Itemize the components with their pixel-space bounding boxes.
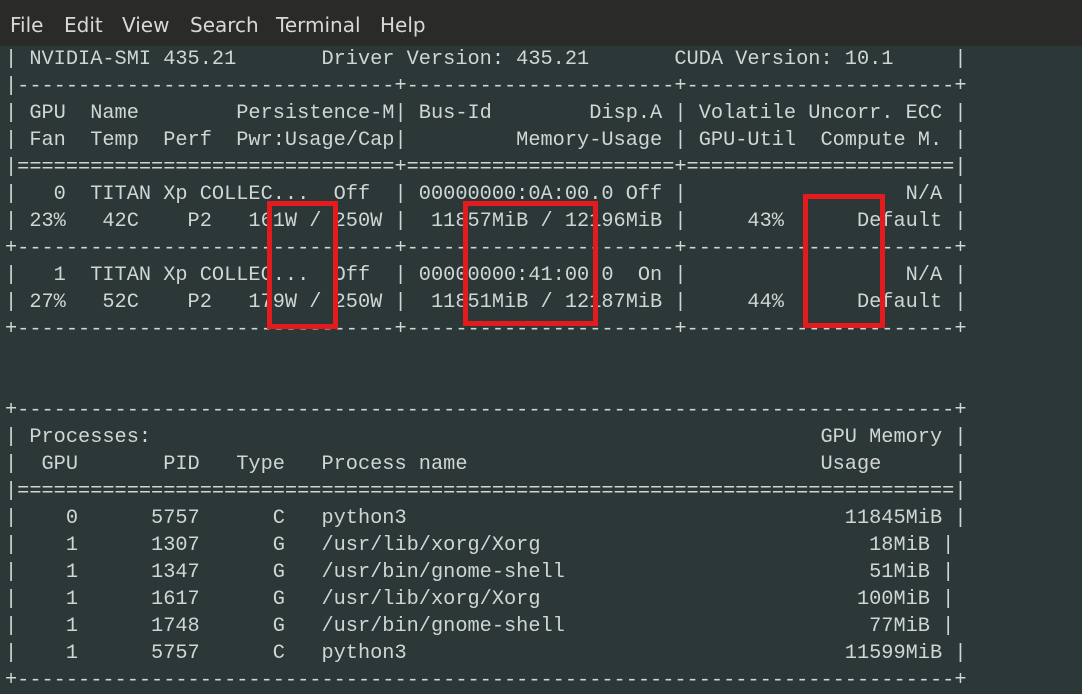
menu-edit[interactable]: Edit: [64, 12, 103, 38]
terminal-line: | NVIDIA-SMI 435.21 Driver Version: 435.…: [5, 48, 967, 71]
terminal-line: | 0 TITAN Xp COLLEC... Off | 00000000:0A…: [5, 183, 967, 206]
terminal-line: +-------------------------------+-------…: [5, 318, 967, 341]
terminal-line: | 1 1347 G /usr/bin/gnome-shell 51MiB |: [5, 561, 955, 584]
menu-view[interactable]: View: [122, 12, 169, 38]
terminal-line: | 1 TITAN Xp COLLEC... Off | 00000000:41…: [5, 264, 967, 287]
terminal-line: | GPU PID Type Process name Usage |: [5, 453, 967, 476]
menu-terminal[interactable]: Terminal: [276, 12, 361, 38]
terminal-line: |===============================+=======…: [5, 156, 967, 179]
nvidia-smi-output: | NVIDIA-SMI 435.21 Driver Version: 435.…: [5, 46, 967, 694]
menu-help[interactable]: Help: [380, 12, 426, 38]
terminal-line: | Processes: GPU Memory |: [5, 426, 967, 449]
terminal-line: | 1 1307 G /usr/lib/xorg/Xorg 18MiB |: [5, 534, 955, 557]
terminal-line: | GPU Name Persistence-M| Bus-Id Disp.A …: [5, 102, 967, 125]
menu-file[interactable]: File: [10, 12, 43, 38]
menu-bar: File Edit View Search Terminal Help: [0, 0, 1082, 46]
terminal-line: | 1 1617 G /usr/lib/xorg/Xorg 100MiB |: [5, 588, 955, 611]
terminal-line: |=======================================…: [5, 480, 967, 503]
terminal-line: | 1 1748 G /usr/bin/gnome-shell 77MiB |: [5, 615, 955, 638]
terminal-line: | Fan Temp Perf Pwr:Usage/Cap| Memory-Us…: [5, 129, 967, 152]
terminal-line: | 1 5757 C python3 11599MiB |: [5, 642, 967, 665]
terminal-line: +-------------------------------+-------…: [5, 237, 967, 260]
terminal-line: +---------------------------------------…: [5, 399, 967, 422]
terminal-output[interactable]: | NVIDIA-SMI 435.21 Driver Version: 435.…: [0, 46, 1082, 692]
terminal-line: |-------------------------------+-------…: [5, 75, 967, 98]
terminal-line: +---------------------------------------…: [5, 669, 967, 692]
terminal-line: | 23% 42C P2 161W / 250W | 11857MiB / 12…: [5, 210, 967, 233]
terminal-line: | 27% 52C P2 179W / 250W | 11851MiB / 12…: [5, 291, 967, 314]
terminal-line: | 0 5757 C python3 11845MiB |: [5, 507, 967, 530]
menu-search[interactable]: Search: [190, 12, 259, 38]
